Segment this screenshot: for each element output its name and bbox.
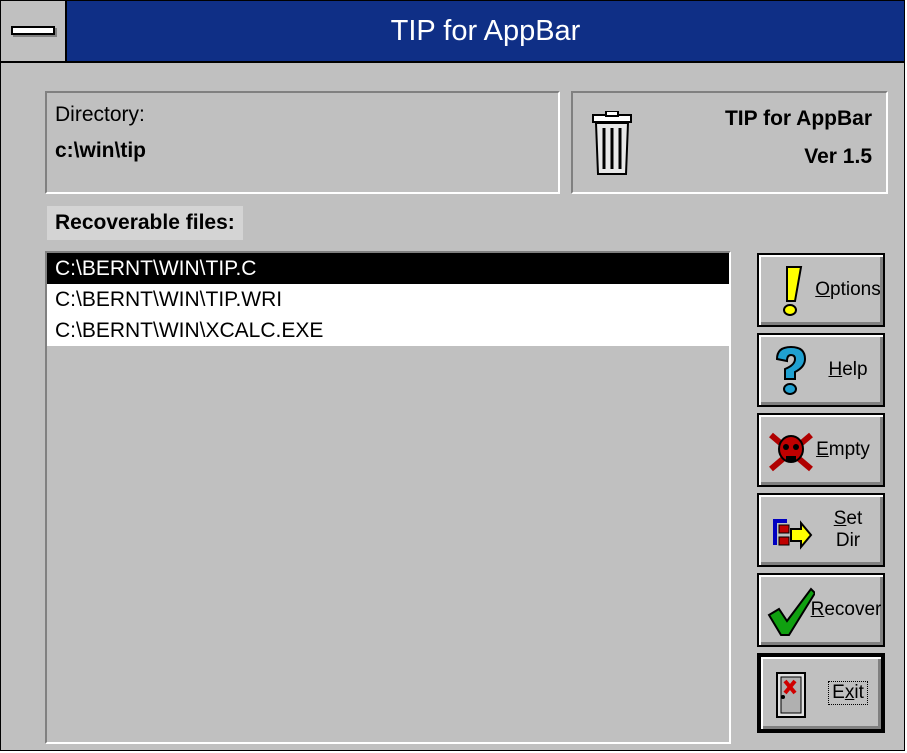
checkmark-icon [767, 587, 815, 636]
file-list-item[interactable]: C:\BERNT\WIN\TIP.C [47, 253, 729, 284]
window-title: TIP for AppBar [390, 15, 581, 47]
recover-button[interactable]: Recover [757, 573, 885, 647]
set-dir-button[interactable]: Set Dir [757, 493, 885, 567]
empty-button[interactable]: Empty [757, 413, 885, 487]
system-menu-icon [11, 26, 55, 35]
recover-label: Recover [810, 599, 882, 620]
title-bar: TIP for AppBar [1, 1, 904, 63]
set-dir-label: Set Dir [833, 508, 863, 551]
empty-label: Empty [816, 439, 870, 460]
recoverable-files-list[interactable]: C:\BERNT\WIN\TIP.C C:\BERNT\WIN\TIP.WRI … [45, 251, 731, 744]
exit-label: Exit [819, 657, 877, 729]
directory-panel: Directory: c:\win\tip [45, 91, 560, 194]
file-list-item[interactable]: C:\BERNT\WIN\TIP.WRI [47, 284, 729, 315]
folder-arrow-icon [773, 519, 813, 550]
directory-label: Directory: [55, 103, 145, 126]
options-button[interactable]: Options [757, 253, 885, 327]
exit-button[interactable]: Exit [757, 653, 885, 733]
exit-door-icon [776, 672, 806, 718]
file-list-item[interactable]: C:\BERNT\WIN\XCALC.EXE [47, 315, 729, 346]
help-label: Help [828, 359, 868, 380]
app-version: Ver 1.5 [804, 145, 872, 168]
info-panel: TIP for AppBar Ver 1.5 [571, 91, 888, 194]
app-name: TIP for AppBar [724, 107, 872, 130]
system-menu-button[interactable] [1, 1, 67, 61]
exclamation-icon [783, 266, 803, 316]
options-label: Options [815, 279, 881, 300]
directory-value: c:\win\tip [55, 139, 146, 162]
question-icon [775, 345, 807, 395]
help-button[interactable]: Help [757, 333, 885, 407]
trash-can-icon [592, 111, 632, 175]
app-window: TIP for AppBar Directory: c:\win\tip TIP… [0, 0, 905, 751]
recoverable-files-label: Recoverable files: [47, 206, 243, 240]
